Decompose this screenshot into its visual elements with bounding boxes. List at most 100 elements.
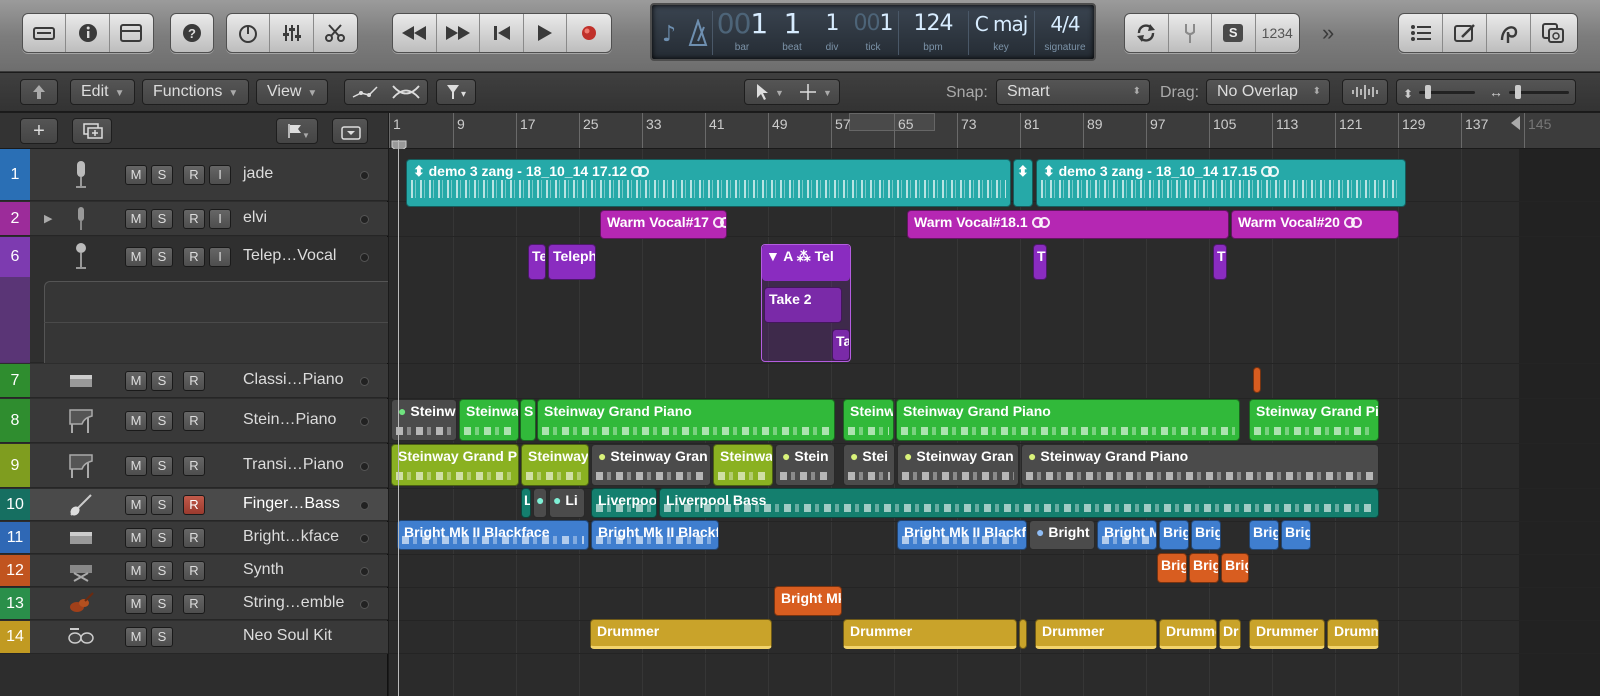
- drag-select[interactable]: No Overlap ⬍: [1206, 79, 1330, 105]
- mute-button[interactable]: M: [125, 495, 147, 515]
- lcd-display[interactable]: ♪ 001 bar 1 beat 1 div 001 tick 124 bpm C maj…: [650, 3, 1096, 61]
- solo-button[interactable]: S: [151, 209, 173, 229]
- solo-button[interactable]: S: [151, 247, 173, 267]
- toolbar-button[interactable]: [110, 14, 153, 52]
- solo-button[interactable]: S: [151, 594, 173, 614]
- count-in-button[interactable]: 1234: [1256, 14, 1299, 52]
- track-header-6[interactable]: 6 M S R I Telep…Vocal: [0, 237, 388, 363]
- solo-button[interactable]: S: [151, 627, 173, 647]
- drummer-region[interactable]: Dr: [1219, 619, 1241, 649]
- record-enable-button[interactable]: R: [183, 209, 205, 229]
- midi-region[interactable]: Bright Mk II Blackf: [591, 520, 719, 550]
- midi-region[interactable]: Bright Mk II Blackface: [397, 520, 589, 550]
- quick-help-button[interactable]: ?: [171, 14, 213, 52]
- drummer-region[interactable]: Drummer: [843, 619, 1017, 649]
- midi-region[interactable]: Steinway: [521, 444, 589, 486]
- automation-icon[interactable]: [351, 84, 379, 108]
- midi-region[interactable]: Bright Mk: [774, 586, 842, 616]
- solo-button[interactable]: S: [151, 528, 173, 548]
- playhead[interactable]: [398, 140, 399, 696]
- inspector-button[interactable]: [66, 14, 110, 52]
- mixer-button[interactable]: [270, 14, 314, 52]
- input-monitor-button[interactable]: I: [209, 247, 231, 267]
- midi-region[interactable]: Brig: [1157, 553, 1187, 583]
- midi-region[interactable]: Steinway Grand Piano: [537, 399, 835, 441]
- track-name[interactable]: Classi…Piano: [243, 371, 343, 389]
- take-region[interactable]: Teleph: [548, 244, 596, 280]
- vertical-zoom-slider[interactable]: [1419, 85, 1475, 99]
- audio-region[interactable]: Warm Vocal#18.1: [907, 210, 1229, 239]
- library-button[interactable]: [23, 14, 67, 52]
- track-name[interactable]: Transi…Piano: [243, 456, 344, 474]
- drummer-region[interactable]: Drummer: [1035, 619, 1157, 649]
- more-button[interactable]: »: [1322, 20, 1334, 46]
- solo-button[interactable]: S: [151, 165, 173, 185]
- track-name[interactable]: Neo Soul Kit: [243, 627, 332, 645]
- horizontal-zoom-slider[interactable]: [1509, 85, 1569, 99]
- smart-controls-button[interactable]: [227, 14, 271, 52]
- track-name[interactable]: Finger…Bass: [243, 495, 340, 513]
- crosshair-tool-icon[interactable]: ▼: [799, 83, 837, 109]
- lcd-key[interactable]: C maj key: [970, 5, 1032, 59]
- record-enable-button[interactable]: R: [183, 561, 205, 581]
- rewind-button[interactable]: [393, 14, 437, 52]
- midi-region[interactable]: Brig: [1189, 553, 1219, 583]
- midi-region[interactable]: L: [521, 488, 531, 518]
- mute-button[interactable]: M: [125, 594, 147, 614]
- record-enable-button[interactable]: R: [183, 165, 205, 185]
- solo-button[interactable]: S: [151, 561, 173, 581]
- track-header-13[interactable]: 13 M S R String…emble: [0, 588, 388, 620]
- midi-region[interactable]: ● Bright: [1029, 520, 1095, 550]
- mute-button[interactable]: M: [125, 528, 147, 548]
- snap-select[interactable]: Smart ⬍: [996, 79, 1150, 105]
- midi-region[interactable]: ●: [533, 488, 547, 518]
- solo-button[interactable]: S: [151, 495, 173, 515]
- quick-swipe-icon[interactable]: ⁂: [797, 248, 811, 264]
- midi-region[interactable]: Steinway: [713, 444, 773, 486]
- loop-browser-button[interactable]: [1487, 14, 1531, 52]
- list-editors-button[interactable]: [1399, 14, 1443, 52]
- midi-region[interactable]: Steinway Grand Pia: [391, 444, 519, 486]
- solo-button[interactable]: S: [151, 411, 173, 431]
- midi-region[interactable]: ● Steinway Gran: [897, 444, 1019, 486]
- audio-region[interactable]: Warm Vocal#20: [1231, 210, 1399, 239]
- cycle-button[interactable]: [1125, 14, 1169, 52]
- audio-region[interactable]: ⬍: [1013, 159, 1033, 207]
- audio-region[interactable]: ⬍ demo 3 zang - 18_10_14 17.12: [406, 159, 1011, 207]
- solo-button[interactable]: S: [151, 371, 173, 391]
- record-enable-button[interactable]: R: [183, 495, 205, 515]
- input-monitor-button[interactable]: I: [209, 165, 231, 185]
- pointer-tool-icon[interactable]: ▼: [755, 83, 789, 109]
- drummer-region[interactable]: [1019, 619, 1027, 649]
- play-button[interactable]: [524, 14, 568, 52]
- midi-region[interactable]: Steinway Grand Piano: [896, 399, 1240, 441]
- record-enable-button[interactable]: R: [183, 247, 205, 267]
- track-header-2[interactable]: 2 ▶ M S R I elvi: [0, 202, 388, 236]
- catch-playhead-button[interactable]: [20, 79, 58, 105]
- take-folder-menu-icon[interactable]: ▼: [766, 248, 780, 264]
- note-pads-button[interactable]: [1443, 14, 1487, 52]
- midi-region[interactable]: Steinwa: [459, 399, 519, 441]
- midi-region[interactable]: ● Steinway Gran: [591, 444, 711, 486]
- take-region[interactable]: T: [1033, 244, 1047, 280]
- lcd-signature[interactable]: 4/4 signature: [1036, 5, 1094, 59]
- track-name[interactable]: Stein…Piano: [243, 411, 336, 429]
- track-header-7[interactable]: 7 M S R Classi…Piano: [0, 364, 388, 398]
- midi-region[interactable]: Brig: [1281, 520, 1311, 550]
- solo-button[interactable]: S: [1212, 14, 1256, 52]
- view-menu[interactable]: View ▼: [256, 79, 329, 105]
- midi-region[interactable]: ● Li: [549, 488, 585, 518]
- flex-icon[interactable]: [391, 83, 421, 109]
- take-region[interactable]: Te: [528, 244, 546, 280]
- drummer-region[interactable]: Drummer: [1249, 619, 1325, 649]
- waveform-zoom-button[interactable]: [1342, 79, 1388, 105]
- midi-region[interactable]: ● Stei: [843, 444, 895, 486]
- record-enable-button[interactable]: R: [183, 594, 205, 614]
- fast-forward-button[interactable]: [437, 14, 481, 52]
- track-name[interactable]: Synth: [243, 561, 284, 579]
- track-header-12[interactable]: 12 M S R Synth: [0, 555, 388, 587]
- midi-region[interactable]: ● Stein: [775, 444, 835, 486]
- midi-region[interactable]: Bright M: [1097, 520, 1157, 550]
- record-enable-button[interactable]: R: [183, 411, 205, 431]
- mute-button[interactable]: M: [125, 411, 147, 431]
